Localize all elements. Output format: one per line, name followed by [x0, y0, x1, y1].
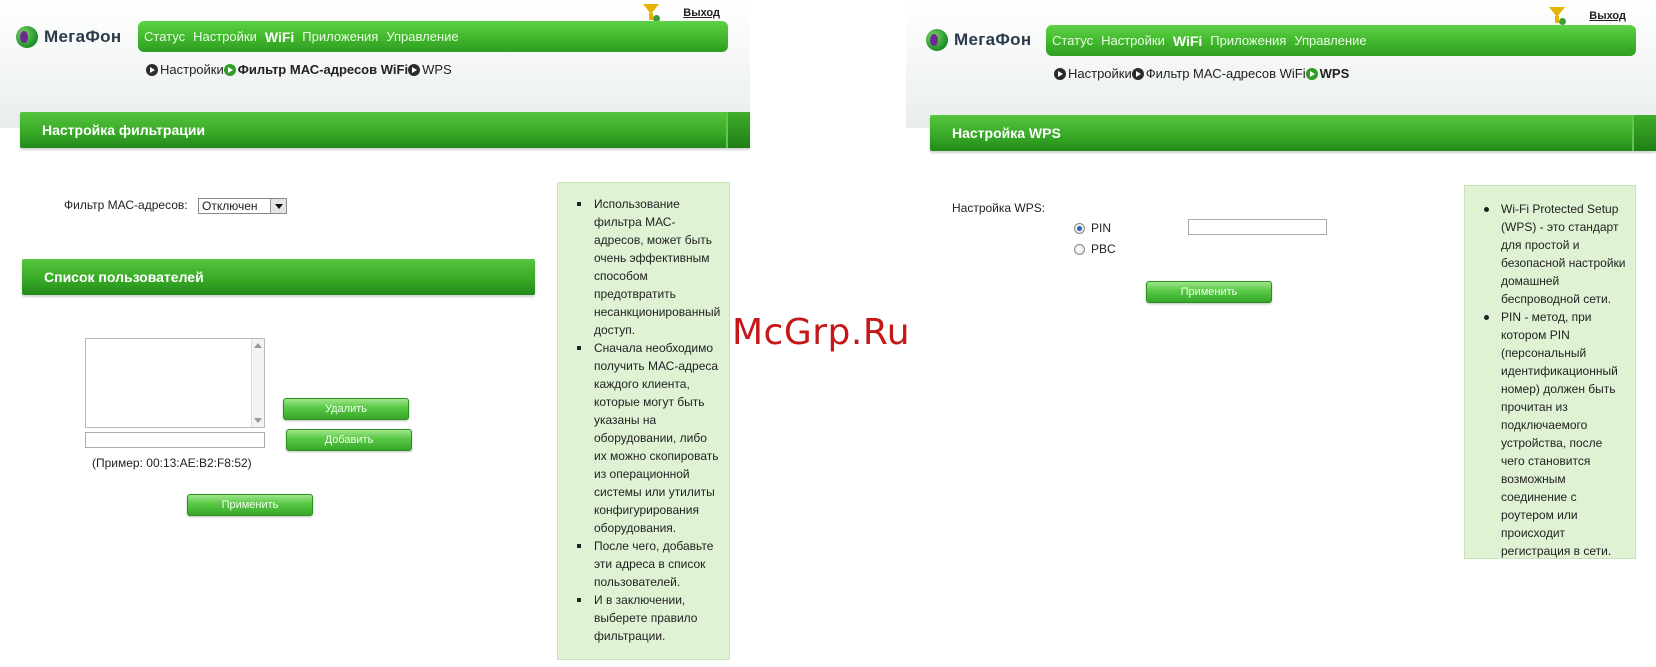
main-nav: Статус Настройки WiFi Приложения Управле… [138, 21, 728, 52]
mac-filter-select[interactable]: Отключен [198, 198, 287, 214]
mac-filter-screen: МегаФон Выход Статус Настройки WiFi Прил… [0, 0, 750, 667]
nav-management[interactable]: Управление [386, 29, 458, 44]
play-circle-icon [1305, 67, 1318, 80]
section-title: Настройка WPS [952, 125, 1061, 141]
pin-radio-label: PIN [1091, 221, 1112, 235]
help-item: Сначала необходимо получить МАС-адреса к… [577, 339, 721, 537]
main-nav: Статус Настройки WiFi Приложения Управле… [1046, 25, 1636, 56]
megafon-logo[interactable]: МегаФон [926, 29, 1031, 51]
pbc-radio-label: PBC [1091, 242, 1116, 256]
list-scrollbar[interactable] [251, 339, 264, 427]
subnav-settings[interactable]: Настройки [1054, 66, 1132, 81]
wps-section-header: Настройка WPS [930, 115, 1656, 151]
help-panel: Использование фильтра МАС-адресов, может… [557, 182, 730, 660]
megafon-logo-icon [926, 29, 948, 51]
subnav-label: WPS [422, 62, 452, 77]
help-item: PIN - метод, при котором PIN (персональн… [1484, 308, 1627, 560]
pbc-radio[interactable] [1074, 243, 1085, 255]
top-links: Выход [643, 4, 720, 22]
wps-setting-label: Настройка WPS: [952, 201, 1046, 215]
apply-button[interactable]: Применить [1146, 281, 1272, 303]
subnav-label: Настройки [1068, 66, 1132, 81]
subnav-mac-filter[interactable]: Фильтр МАС-адресов WiFi [1131, 66, 1306, 81]
pin-radio-option[interactable]: PIN [1074, 221, 1111, 235]
apply-button[interactable]: Применить [187, 494, 313, 516]
nav-status[interactable]: Статус [144, 29, 185, 44]
mac-filter-value: Отключен [202, 199, 258, 213]
play-circle-icon [1131, 67, 1144, 80]
play-circle-icon [408, 63, 421, 76]
delete-button[interactable]: Удалить [283, 398, 409, 420]
pin-radio[interactable] [1074, 222, 1085, 234]
play-circle-icon [1054, 67, 1066, 80]
help-panel: Wi-Fi Protected Setup (WPS) - это станда… [1464, 185, 1636, 559]
filter-icon[interactable] [1549, 7, 1567, 25]
nav-apps[interactable]: Приложения [1210, 33, 1286, 48]
nav-settings[interactable]: Настройки [193, 29, 257, 44]
add-button[interactable]: Добавить [286, 429, 412, 451]
sub-nav: Настройки Фильтр МАС-адресов WiFi WPS [1054, 66, 1349, 81]
watermark-text: McGrp.Ru [732, 312, 911, 353]
help-item: Wi-Fi Protected Setup (WPS) - это станда… [1484, 202, 1626, 306]
users-section-header: Список пользователей [22, 259, 535, 295]
nav-wifi[interactable]: WiFi [1173, 33, 1202, 49]
subnav-wps[interactable]: WPS [1305, 66, 1350, 81]
help-item: Использование фильтра МАС-адресов, может… [577, 197, 721, 337]
wps-screen: МегаФон Выход Статус Настройки WiFi Прил… [906, 0, 1656, 667]
subnav-label: Фильтр МАС-адресов WiFi [237, 62, 409, 77]
mac-filter-label: Фильтр МАС-адресов: [64, 198, 188, 212]
help-item: И в заключении, выберете правило фильтра… [577, 591, 721, 645]
scroll-up-icon[interactable] [254, 343, 262, 348]
pin-input[interactable] [1188, 219, 1327, 235]
logout-link[interactable]: Выход [1589, 10, 1626, 22]
megafon-logo-icon [16, 26, 38, 48]
top-links: Выход [1549, 7, 1626, 25]
logo-text: МегаФон [44, 27, 122, 46]
sub-nav: Настройки Фильтр МАС-адресов WiFi WPS [146, 62, 452, 77]
mac-address-list[interactable] [85, 338, 265, 428]
subnav-label: Настройки [160, 62, 224, 77]
play-circle-icon [146, 63, 158, 76]
section-title: Настройка фильтрации [42, 122, 206, 138]
play-circle-icon [223, 63, 236, 76]
subnav-label: Фильтр МАС-адресов WiFi [1145, 66, 1306, 81]
nav-apps[interactable]: Приложения [302, 29, 378, 44]
chevron-down-icon[interactable] [270, 199, 286, 213]
nav-settings[interactable]: Настройки [1101, 33, 1165, 48]
nav-wifi[interactable]: WiFi [265, 29, 294, 45]
help-item: После чего, добавьте эти адреса в список… [577, 537, 721, 591]
logo-text: МегаФон [954, 30, 1032, 49]
scroll-down-icon[interactable] [254, 418, 262, 423]
filter-icon[interactable] [643, 4, 661, 22]
nav-status[interactable]: Статус [1052, 33, 1093, 48]
subnav-mac-filter[interactable]: Фильтр МАС-адресов WiFi [223, 62, 409, 77]
mac-example-hint: (Пример: 00:13:AE:B2:F8:52) [92, 456, 252, 470]
subnav-label: WPS [1319, 66, 1350, 81]
filter-section-header: Настройка фильтрации [20, 112, 750, 148]
pbc-radio-option[interactable]: PBC [1074, 242, 1116, 256]
section-bar-end [1632, 115, 1656, 151]
subnav-wps[interactable]: WPS [408, 62, 452, 77]
subnav-settings[interactable]: Настройки [146, 62, 224, 77]
nav-management[interactable]: Управление [1294, 33, 1366, 48]
megafon-logo[interactable]: МегаФон [16, 26, 121, 48]
header-background [906, 0, 1656, 128]
section-bar-end [726, 112, 750, 148]
mac-address-input[interactable] [85, 432, 265, 448]
logout-link[interactable]: Выход [683, 7, 720, 19]
section-title: Список пользователей [44, 269, 204, 285]
